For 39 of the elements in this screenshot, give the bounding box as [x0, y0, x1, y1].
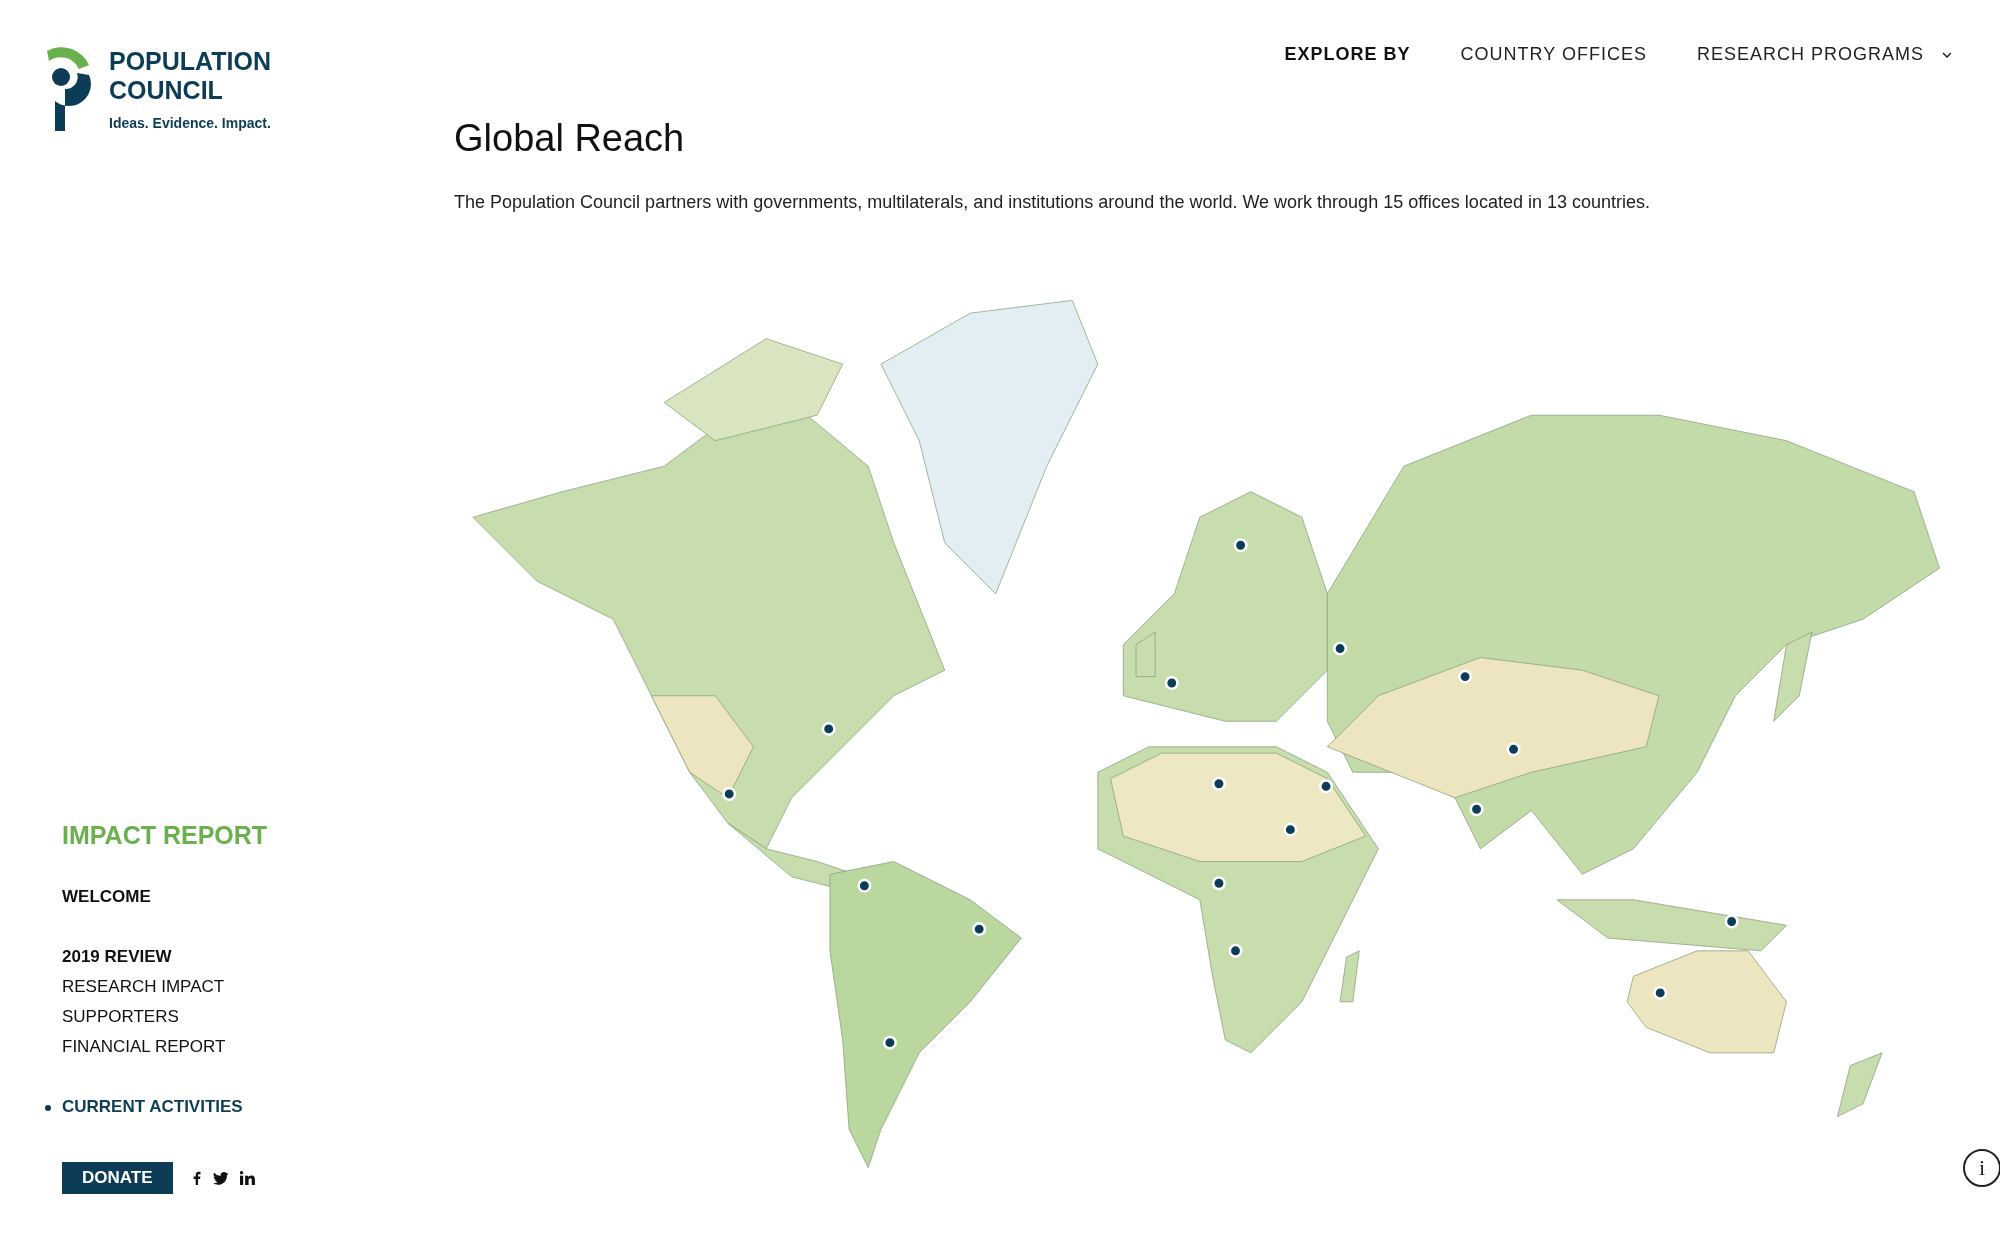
sidebar-link[interactable]: FINANCIAL REPORT: [62, 1032, 226, 1062]
nav-link[interactable]: RESEARCH PROGRAMS: [1696, 44, 1952, 65]
office-marker[interactable]: [1724, 914, 1739, 929]
office-marker[interactable]: [1283, 822, 1298, 837]
office-marker[interactable]: [1164, 675, 1179, 690]
office-marker[interactable]: [1653, 985, 1668, 1000]
office-marker[interactable]: [1333, 641, 1348, 656]
office-marker[interactable]: [1469, 802, 1484, 817]
sidebar-link[interactable]: WELCOME: [62, 882, 151, 912]
office-marker[interactable]: [972, 922, 987, 937]
sidebar-link[interactable]: SUPPORTERS: [62, 1002, 179, 1032]
office-marker[interactable]: [857, 878, 872, 893]
info-button[interactable]: i: [1963, 1149, 2000, 1187]
explore-by-label: EXPLORE BY: [1284, 44, 1411, 65]
office-marker[interactable]: [1211, 876, 1226, 891]
donate-button[interactable]: DONATE: [62, 1162, 173, 1194]
office-marker[interactable]: [1319, 779, 1334, 794]
office-marker[interactable]: [821, 721, 836, 736]
office-marker[interactable]: [882, 1035, 897, 1050]
sidebar-link[interactable]: CURRENT ACTIVITIES: [62, 1092, 243, 1122]
chevron-down-icon: [1942, 51, 1952, 58]
office-marker[interactable]: [1506, 742, 1521, 757]
linkedin-icon[interactable]: [240, 1171, 256, 1185]
sidebar-link[interactable]: RESEARCH IMPACT: [62, 972, 225, 1002]
office-marker[interactable]: [1233, 538, 1248, 553]
page-title: Global Reach: [454, 117, 686, 160]
sidebar-heading: IMPACT REPORT: [62, 821, 268, 850]
office-marker[interactable]: [1211, 776, 1226, 791]
office-marker[interactable]: [1458, 669, 1473, 684]
office-marker[interactable]: [1228, 943, 1243, 958]
twitter-icon[interactable]: [212, 1171, 229, 1185]
logo-wordmark: POPULATION COUNCIL: [109, 47, 272, 105]
nav-link[interactable]: COUNTRY OFFICES: [1460, 44, 1647, 65]
office-marker[interactable]: [722, 786, 737, 801]
logo-tagline: Ideas. Evidence. Impact.: [109, 115, 272, 131]
bullet-icon: [45, 1105, 51, 1111]
intro-text: The Population Council partners with governments, multilaterals, and institutions around the world. We work through 15 offices located in 13 countries.: [454, 192, 1651, 213]
sidebar-link[interactable]: 2019 REVIEW: [62, 942, 172, 972]
facebook-icon[interactable]: [192, 1171, 201, 1185]
